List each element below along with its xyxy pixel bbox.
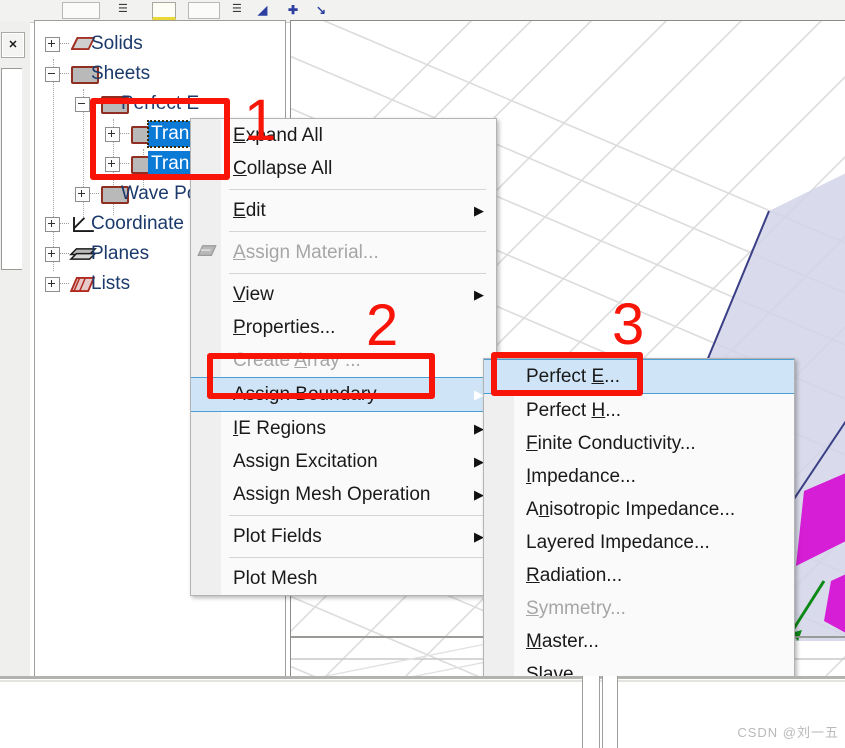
close-button[interactable]: ✕	[1, 32, 25, 58]
tree-dash	[60, 283, 69, 284]
menu-item-assign-material: Assign Material...	[191, 236, 496, 269]
expander-plus-icon[interactable]	[75, 187, 90, 202]
divider	[0, 680, 845, 682]
tree-connector	[53, 59, 54, 271]
expander-plus-icon[interactable]	[45, 217, 60, 232]
toolbar-menu-icon[interactable]: ☰	[118, 1, 128, 17]
toolbar-list-icon[interactable]: ☰	[232, 1, 242, 17]
menu-item-label: Assign Excitation	[233, 451, 378, 472]
menu-item-plot-fields[interactable]: Plot Fields ▶	[191, 520, 496, 553]
tree-item-label: Solids	[91, 33, 143, 54]
submenu-item-impedance[interactable]: Impedance...	[484, 460, 794, 493]
annotation-box-tree-selection	[90, 98, 230, 180]
annotation-number-3: 3	[612, 292, 645, 357]
menu-item-assign-excitation[interactable]: Assign Excitation ▶	[191, 445, 496, 478]
menu-item-assign-mesh-operation[interactable]: Assign Mesh Operation ▶	[191, 478, 496, 511]
tree-item-label: Lists	[91, 273, 131, 294]
expander-plus-icon[interactable]	[45, 247, 60, 262]
expander-minus-icon[interactable]	[45, 67, 60, 82]
menu-item-label: Layered Impedance...	[526, 532, 710, 553]
submenu-item-perfect-h[interactable]: Perfect H...	[484, 394, 794, 427]
expander-plus-icon[interactable]	[45, 277, 60, 292]
vertical-tab[interactable]	[582, 676, 600, 748]
menu-item-view[interactable]: View ▶	[191, 278, 496, 311]
menu-item-label: Plot Fields	[233, 526, 322, 547]
menu-item-label: Master...	[526, 631, 599, 652]
menu-item-ie-regions[interactable]: IE Regions ▶	[191, 412, 496, 445]
expander-minus-icon[interactable]	[75, 97, 90, 112]
tree-dash	[90, 193, 99, 194]
menu-item-label: Impedance...	[526, 466, 636, 487]
toolbar-button-wide[interactable]	[62, 2, 100, 19]
menu-separator	[229, 231, 486, 232]
menu-item-collapse-all[interactable]: Collapse All	[191, 152, 496, 185]
tree-dash	[60, 223, 69, 224]
tree-dash	[60, 43, 69, 44]
submenu-item-master[interactable]: Master...	[484, 625, 794, 658]
menu-item-label: Finite Conductivity...	[526, 433, 696, 454]
watermark: CSDN @刘一五	[737, 725, 839, 740]
submenu-item-radiation[interactable]: Radiation...	[484, 559, 794, 592]
annotation-box-assign-boundary	[207, 353, 435, 399]
vertical-tab[interactable]	[602, 676, 618, 748]
left-panel-stub	[1, 68, 22, 270]
tree-dash	[60, 253, 69, 254]
menu-item-expand-all[interactable]: Expand All	[191, 119, 496, 152]
menu-item-label: Properties...	[233, 317, 336, 338]
menu-item-properties[interactable]: Properties...	[191, 311, 496, 344]
annotation-box-perfect-e	[491, 352, 643, 396]
tree-item-label: Sheets	[91, 63, 151, 84]
bottom-vertical-tabs[interactable]	[582, 676, 622, 748]
menu-item-label: Radiation...	[526, 565, 623, 586]
toolbar-color-swatch[interactable]	[152, 2, 176, 20]
left-dock-frame: ✕	[0, 22, 30, 676]
material-icon	[197, 245, 217, 256]
menu-item-label: View	[233, 284, 274, 305]
menu-item-label: Symmetry...	[526, 598, 626, 619]
toolbar-plus-icon[interactable]: ✚	[288, 2, 298, 18]
application-window: ☰ ◢ ✚ ↘ ☰ ✕ Solids Sheets Perfect E Tran…	[0, 0, 845, 748]
submenu-item-layered-impedance[interactable]: Layered Impedance...	[484, 526, 794, 559]
bottom-strip	[0, 676, 845, 748]
menu-separator	[229, 557, 486, 558]
menu-item-label: Anisotropic Impedance...	[526, 499, 736, 520]
menu-item-label: Assign Mesh Operation	[233, 484, 431, 505]
menu-item-label: Assign Material...	[233, 242, 379, 263]
submenu-item-finite-conductivity[interactable]: Finite Conductivity...	[484, 427, 794, 460]
annotation-number-2: 2	[366, 293, 399, 358]
toolbar-pointer-icon[interactable]: ◢	[258, 2, 267, 18]
chevron-right-icon: ▶	[474, 203, 484, 218]
annotation-number-1: 1	[244, 88, 277, 153]
divider	[0, 676, 845, 679]
submenu-item-symmetry: Symmetry...	[484, 592, 794, 625]
expander-plus-icon[interactable]	[45, 37, 60, 52]
menu-item-label: Collapse All	[233, 158, 333, 179]
tree-dash	[60, 73, 69, 74]
submenu-item-anisotropic-impedance[interactable]: Anisotropic Impedance...	[484, 493, 794, 526]
toolbar-button-blank[interactable]	[188, 2, 220, 19]
menu-separator	[229, 515, 486, 516]
chevron-right-icon: ▶	[474, 287, 484, 302]
menu-item-edit[interactable]: Edit ▶	[191, 194, 496, 227]
menu-item-label: Perfect H...	[526, 400, 622, 421]
menu-separator	[229, 273, 486, 274]
toolbar-arrow-icon[interactable]: ↘	[316, 2, 326, 18]
tree-item-label: Planes	[91, 243, 150, 264]
menu-separator	[229, 189, 486, 190]
menu-item-label: Plot Mesh	[233, 568, 318, 589]
menu-item-label: Edit	[233, 200, 266, 221]
close-icon: ✕	[8, 39, 18, 51]
menu-item-plot-mesh[interactable]: Plot Mesh	[191, 562, 496, 595]
menu-item-label: IE Regions	[233, 418, 326, 439]
